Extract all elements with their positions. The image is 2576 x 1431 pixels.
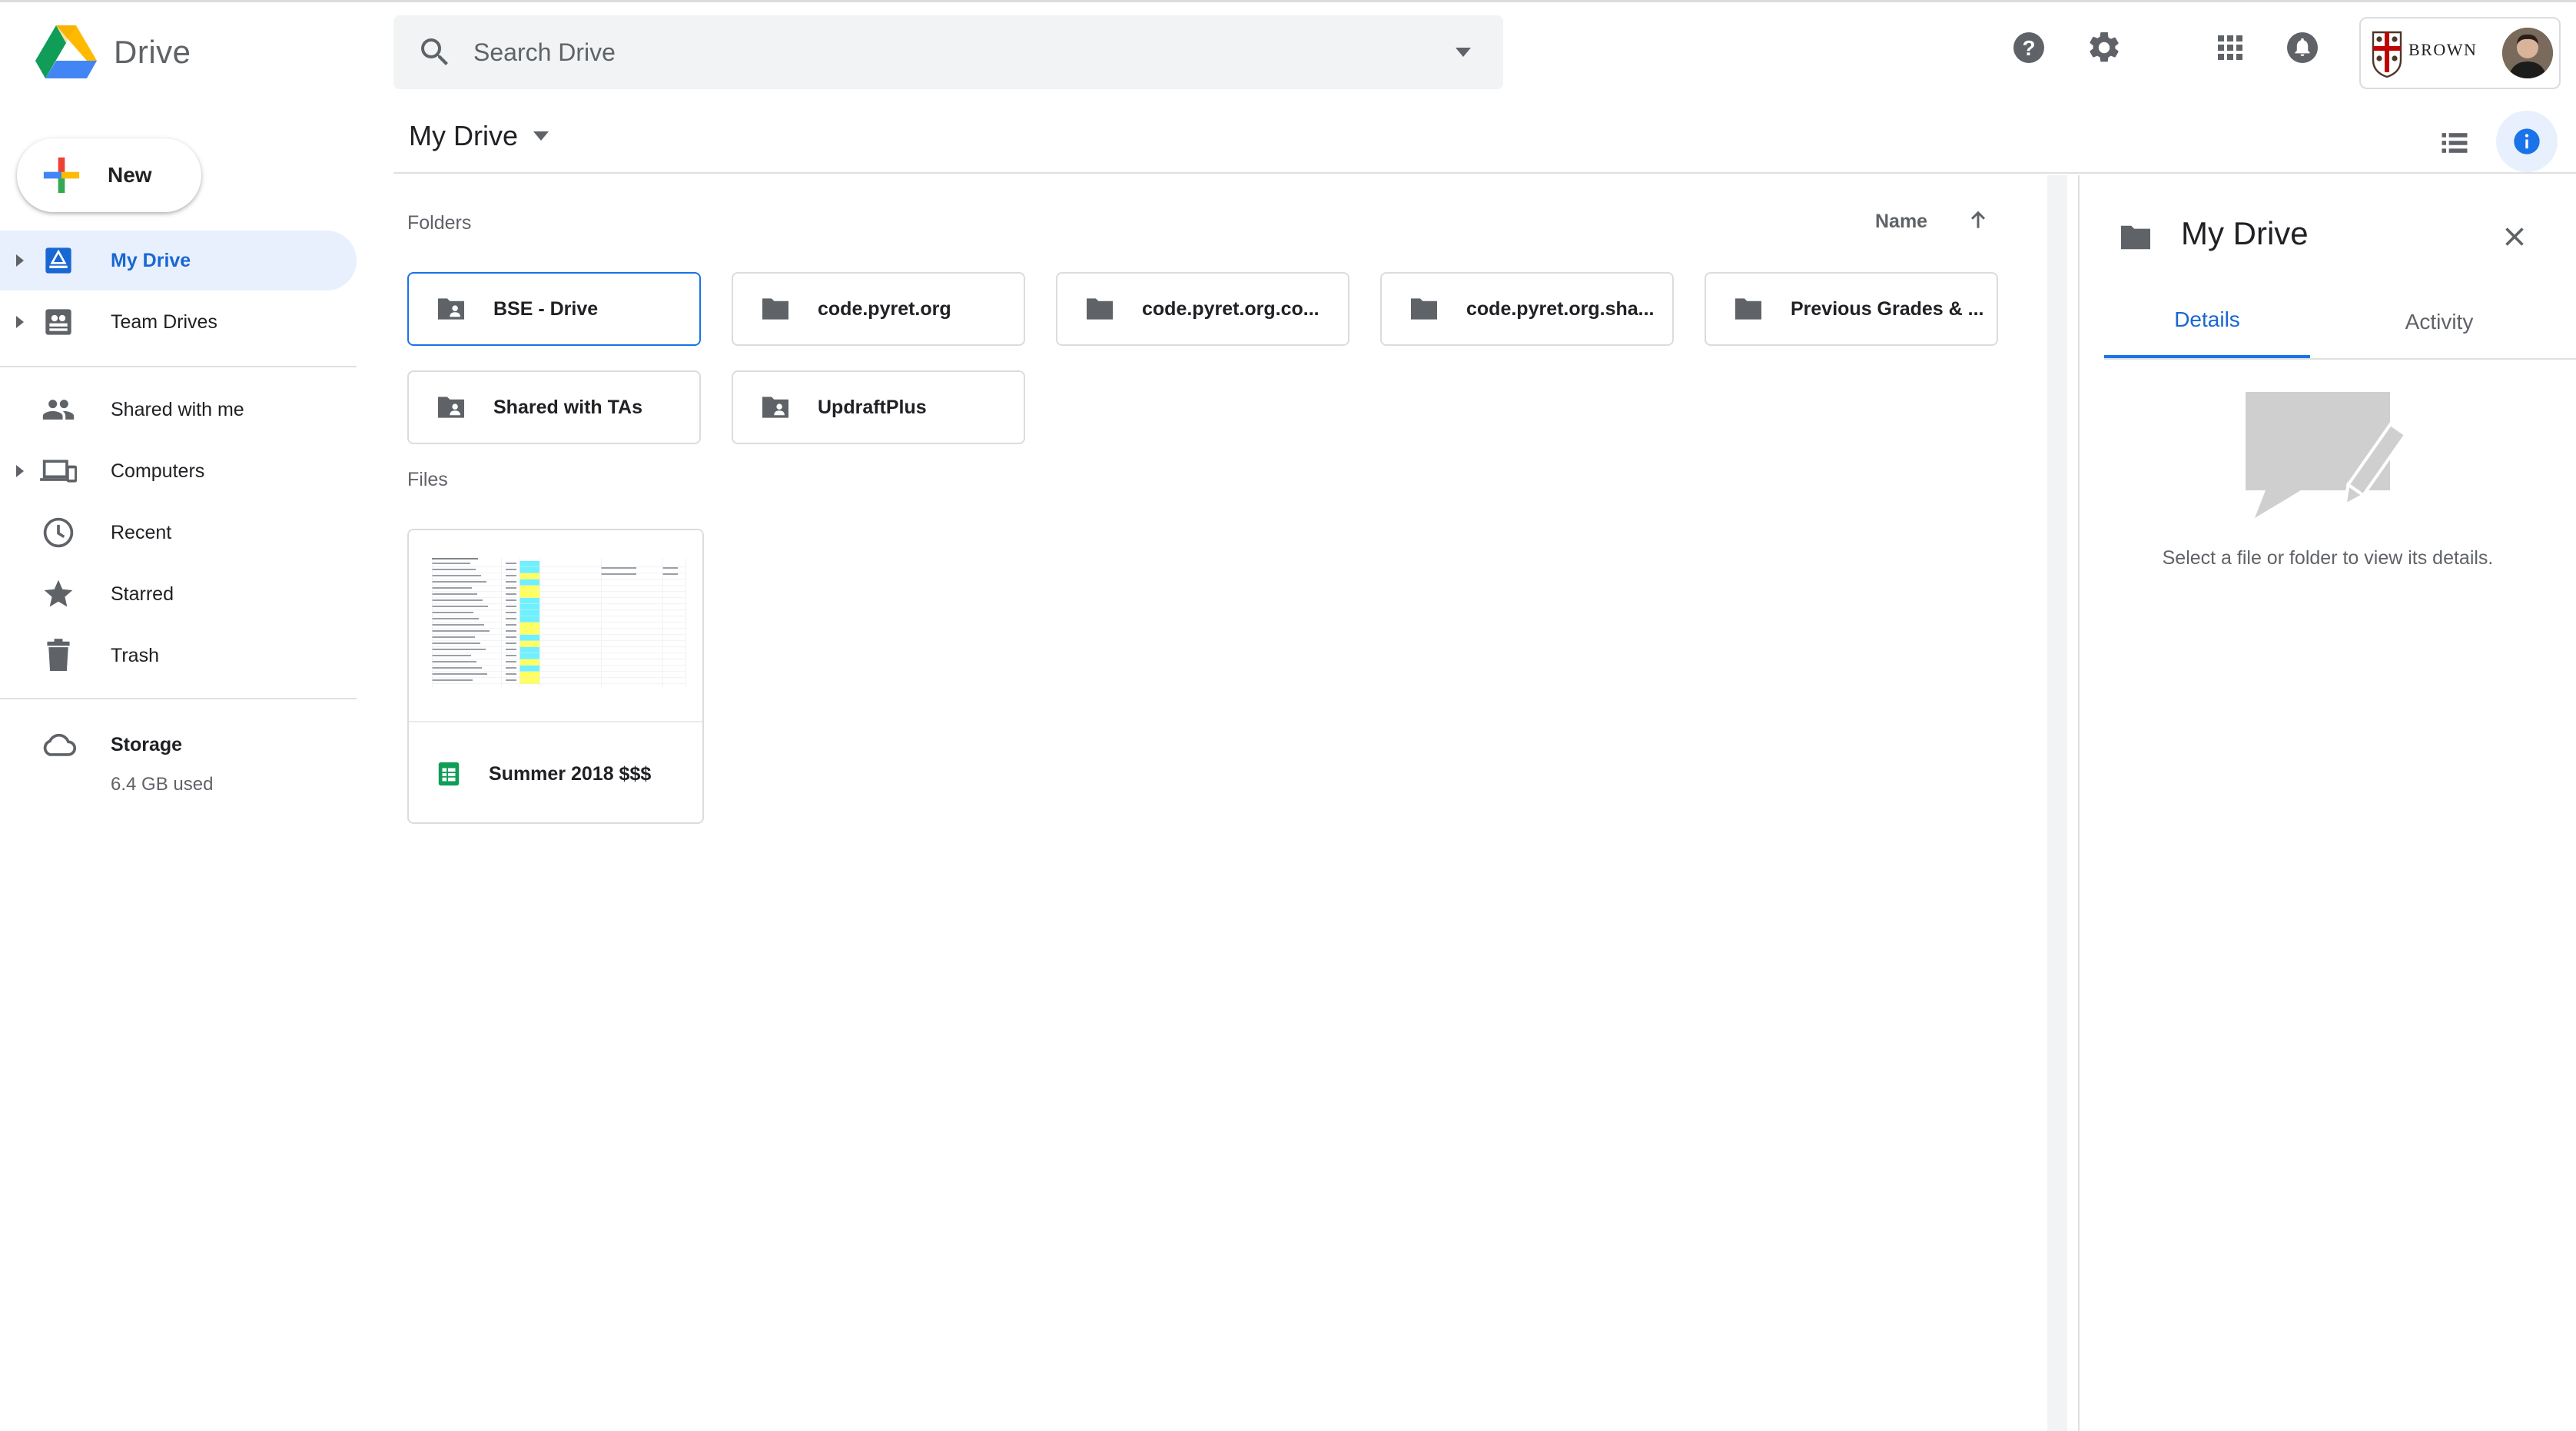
- sidebar-item-label: Trash: [111, 644, 159, 666]
- apps-grid-icon[interactable]: [2212, 29, 2249, 66]
- new-button[interactable]: New: [17, 138, 201, 212]
- cloud-icon: [34, 729, 83, 760]
- expand-arrow-icon[interactable]: [9, 314, 31, 330]
- search-bar[interactable]: [393, 15, 1503, 89]
- sidebar-item-trash[interactable]: Trash: [0, 626, 357, 686]
- tab-details[interactable]: Details: [2104, 284, 2310, 360]
- breadcrumb[interactable]: My Drive: [409, 120, 550, 152]
- sidebar-item-label: Starred: [111, 583, 174, 605]
- files-section-label: Files: [407, 469, 448, 490]
- sidebar-item-recent[interactable]: Recent: [0, 503, 357, 563]
- details-empty-message: Select a file or folder to view its deta…: [2162, 547, 2494, 569]
- folder-name: code.pyret.org.sha...: [1466, 297, 1655, 320]
- folder-code-pyret-org[interactable]: code.pyret.org: [732, 272, 1025, 346]
- folder-name: BSE - Drive: [493, 297, 599, 320]
- sidebar-divider: [0, 698, 357, 699]
- folder-updraftplus[interactable]: UpdraftPlus: [732, 370, 1025, 444]
- sidebar-item-label: Computers: [111, 460, 205, 482]
- expand-arrow-icon[interactable]: [9, 463, 31, 479]
- new-button-label: New: [108, 163, 152, 187]
- info-icon: [2514, 128, 2540, 154]
- clock-icon: [34, 516, 83, 549]
- folder-code-pyret-org-sha[interactable]: code.pyret.org.sha...: [1380, 272, 1674, 346]
- subheader-divider: [393, 172, 2576, 174]
- details-title: My Drive: [2181, 215, 2309, 251]
- brown-shield-icon: [2372, 31, 2402, 78]
- folder-name: code.pyret.org.co...: [1142, 297, 1320, 320]
- folder-icon: [1735, 298, 1761, 320]
- folders-section-label: Folders: [407, 212, 472, 234]
- main-scrollbar[interactable]: [2047, 175, 2067, 1431]
- breadcrumb-dropdown-icon[interactable]: [532, 130, 550, 142]
- sidebar-item-shared-with-me[interactable]: Shared with me: [0, 380, 357, 440]
- help-icon[interactable]: ?: [2010, 29, 2047, 66]
- close-icon[interactable]: [2501, 223, 2528, 251]
- folder-code-pyret-org-co[interactable]: code.pyret.org.co...: [1056, 272, 1349, 346]
- spreadsheet-preview-icon: [432, 558, 686, 687]
- google-sheets-icon: [438, 762, 460, 786]
- breadcrumb-current[interactable]: My Drive: [409, 120, 518, 152]
- folder-name: UpdraftPlus: [818, 396, 927, 418]
- folder-previous-grades[interactable]: Previous Grades & ...: [1705, 272, 1998, 346]
- drive-logo-icon: [35, 25, 97, 78]
- search-input[interactable]: [473, 15, 1396, 89]
- account-switcher[interactable]: BROWN: [2359, 17, 2561, 89]
- trash-icon: [34, 639, 83, 672]
- tab-activity[interactable]: Activity: [2336, 284, 2542, 360]
- folder-icon: [1087, 298, 1113, 320]
- file-name: Summer 2018 $$$: [489, 762, 652, 785]
- folder-bse-drive[interactable]: BSE - Drive: [407, 272, 701, 346]
- avatar[interactable]: [2502, 28, 2553, 78]
- expand-arrow-icon[interactable]: [9, 253, 31, 268]
- sort-ascending-arrow-icon[interactable]: [1966, 208, 1990, 232]
- notifications-bell-icon[interactable]: [2284, 29, 2321, 66]
- plus-multicolor-icon: [43, 157, 80, 194]
- sidebar-item-storage[interactable]: Storage: [0, 715, 357, 775]
- svg-text:?: ?: [2022, 36, 2035, 60]
- file-name-row: Summer 2018 $$$: [437, 761, 651, 787]
- shared-folder-icon: [438, 397, 464, 418]
- team-drives-icon: [34, 307, 83, 337]
- profile-photo-icon: [2502, 28, 2553, 78]
- folder-shared-with-tas[interactable]: Shared with TAs: [407, 370, 701, 444]
- sort-by-name-button[interactable]: Name: [1875, 211, 1927, 233]
- list-view-icon[interactable]: [2438, 126, 2471, 160]
- storage-used-text: 6.4 GB used: [111, 774, 214, 795]
- top-border: [0, 0, 2576, 2]
- star-icon: [34, 577, 83, 611]
- comment-pencil-illustration-icon: [2246, 392, 2408, 518]
- folder-icon: [2121, 225, 2150, 250]
- folder-name: Shared with TAs: [493, 396, 643, 418]
- search-options-icon[interactable]: [1452, 45, 1474, 60]
- sidebar-item-label: My Drive: [111, 249, 191, 271]
- sidebar-item-team-drives[interactable]: Team Drives: [0, 292, 357, 352]
- settings-gear-icon[interactable]: [2086, 29, 2123, 66]
- sidebar-item-label: Recent: [111, 521, 172, 543]
- search-icon[interactable]: [417, 34, 453, 71]
- account-org-label: BROWN: [2408, 40, 2478, 59]
- my-drive-icon: [34, 245, 83, 276]
- storage-label: Storage: [111, 733, 183, 755]
- drive-logo[interactable]: Drive: [35, 23, 220, 81]
- folder-icon: [1411, 298, 1437, 320]
- people-icon: [34, 393, 83, 427]
- sidebar-divider: [0, 366, 357, 367]
- sidebar-item-my-drive[interactable]: My Drive: [0, 231, 357, 291]
- app-title: Drive: [114, 34, 191, 70]
- shared-folder-icon: [438, 298, 464, 320]
- spreadsheet-thumbnail: [409, 530, 702, 722]
- sidebar-item-label: Shared with me: [111, 398, 244, 420]
- folder-icon: [762, 298, 788, 320]
- sidebar-item-computers[interactable]: Computers: [0, 441, 357, 501]
- computers-icon: [34, 454, 83, 488]
- file-card-summer-2018[interactable]: Summer 2018 $$$: [407, 529, 704, 824]
- view-details-button[interactable]: [2496, 111, 2558, 172]
- folder-name: code.pyret.org: [818, 297, 951, 320]
- shared-folder-icon: [762, 397, 788, 418]
- sidebar-item-starred[interactable]: Starred: [0, 564, 357, 624]
- folder-name: Previous Grades & ...: [1791, 297, 1984, 320]
- details-panel-border: [2078, 175, 2080, 1431]
- tabs-divider: [2104, 358, 2576, 360]
- sidebar-item-label: Team Drives: [111, 310, 217, 333]
